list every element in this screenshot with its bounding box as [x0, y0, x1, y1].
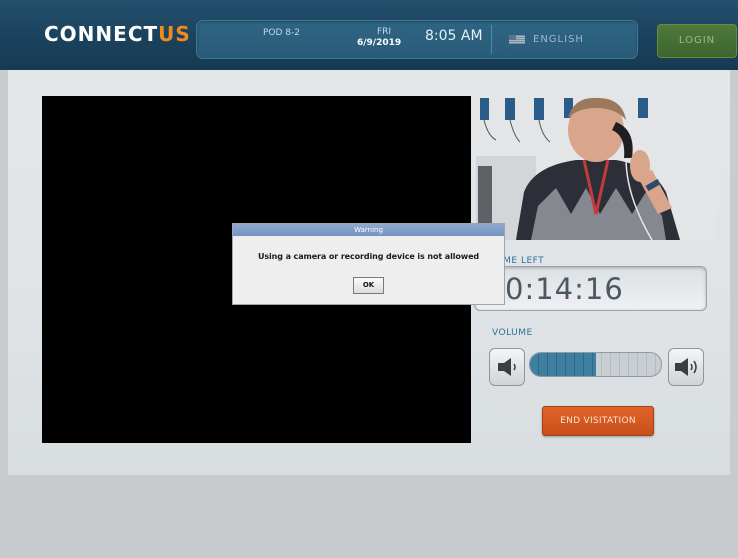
logo-text-main: CONNECT: [44, 22, 159, 46]
timer-value: 0:14:16: [505, 272, 624, 306]
speaker-high-icon: [675, 358, 697, 376]
end-visitation-button[interactable]: END VISITATION: [542, 406, 654, 436]
status-panel: POD 8-2 FRI 6/9/2019 8:05 AM ENGLISH: [196, 20, 638, 59]
day-label: FRI: [376, 27, 392, 37]
footer-area: [0, 475, 738, 558]
volume-slider[interactable]: [529, 352, 662, 377]
dialog-title: Warning: [233, 224, 504, 236]
date-label: 6/9/2019: [357, 38, 402, 48]
volume-down-button[interactable]: [489, 348, 525, 386]
self-video-image: [476, 96, 717, 240]
volume-label: VOLUME: [492, 328, 533, 338]
logo-text-accent: US: [158, 22, 191, 46]
language-selector[interactable]: ENGLISH: [533, 34, 584, 45]
volume-slider-fill: [530, 353, 596, 376]
speaker-low-icon: [498, 358, 516, 376]
pod-label: POD 8-2: [263, 28, 301, 38]
volume-up-button[interactable]: [668, 348, 704, 386]
us-flag-icon: [509, 35, 525, 44]
self-video-feed: [476, 96, 717, 240]
dialog-message: Using a camera or recording device is no…: [257, 252, 480, 261]
timer-display: 0:14:16: [474, 266, 707, 311]
login-button[interactable]: LOGIN: [657, 24, 737, 58]
header-bar: CONNECTUS POD 8-2 FRI 6/9/2019 8:05 AM E…: [0, 0, 738, 70]
clock-time: 8:05 AM: [425, 28, 483, 44]
connectus-logo: CONNECTUS: [44, 22, 191, 46]
warning-dialog: Warning Using a camera or recording devi…: [232, 223, 505, 305]
ok-button[interactable]: OK: [353, 277, 384, 294]
panel-divider: [491, 25, 492, 54]
